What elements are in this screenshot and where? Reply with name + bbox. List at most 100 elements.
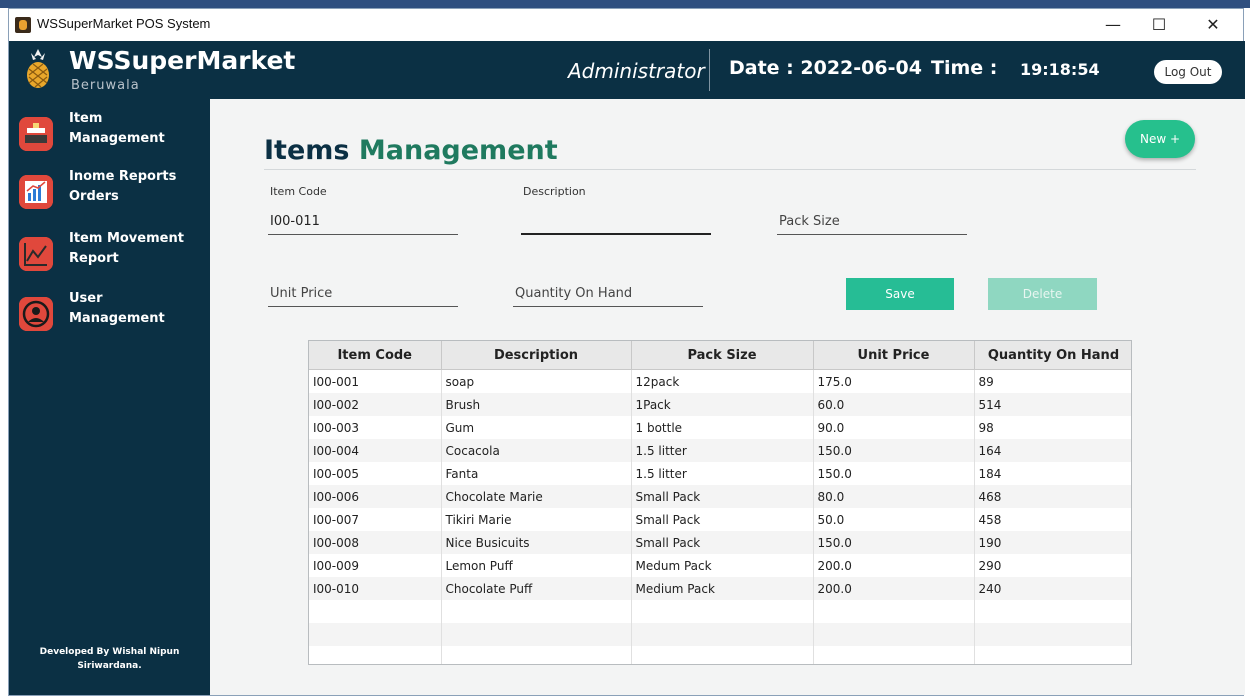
title-divider bbox=[264, 169, 1196, 170]
unit-price-field-group bbox=[268, 257, 458, 307]
sidebar-item-item-management[interactable]: Item Management bbox=[9, 109, 210, 159]
table-cell bbox=[974, 600, 1131, 623]
table-cell: Small Pack bbox=[631, 531, 814, 554]
item-code-label: Item Code bbox=[270, 185, 327, 198]
table-row[interactable]: I00-010 Chocolate Puff Medium Pack 200.0 240 bbox=[309, 577, 1131, 600]
app-window: WSSuperMarket POS System — ☐ ✕ WSSuperMa… bbox=[8, 8, 1245, 696]
column-header-description[interactable]: Description bbox=[441, 341, 632, 370]
window-title: WSSuperMarket POS System bbox=[37, 16, 211, 31]
table-cell bbox=[309, 646, 442, 664]
column-header-pack-size[interactable]: Pack Size bbox=[631, 341, 814, 370]
table-cell: 290 bbox=[974, 554, 1131, 577]
description-input[interactable] bbox=[521, 209, 711, 235]
sidebar-item-item-movement-report[interactable]: Item Movement Report bbox=[9, 229, 210, 279]
table-row[interactable]: I00-001 soap 12pack 175.0 89 bbox=[309, 369, 1131, 393]
table-row[interactable]: I00-006 Chocolate Marie Small Pack 80.0 468 bbox=[309, 485, 1131, 508]
table-row[interactable] bbox=[309, 646, 1131, 664]
table-cell: 468 bbox=[974, 485, 1131, 508]
description-field-group: Description bbox=[521, 185, 711, 235]
table-cell: 1.5 litter bbox=[631, 462, 814, 485]
table-cell: 200.0 bbox=[813, 554, 975, 577]
table-cell bbox=[441, 600, 632, 623]
sidebar-item-user-management[interactable]: User Management bbox=[9, 289, 210, 339]
table-cell: 80.0 bbox=[813, 485, 975, 508]
sidebar-item-label: User bbox=[69, 291, 103, 306]
logout-button[interactable]: Log Out bbox=[1154, 60, 1222, 84]
table-cell bbox=[974, 646, 1131, 664]
column-header-item-code[interactable]: Item Code bbox=[309, 341, 442, 370]
table-row[interactable]: I00-003 Gum 1 bottle 90.0 98 bbox=[309, 416, 1131, 439]
table-cell bbox=[441, 646, 632, 664]
table-cell: 1 bottle bbox=[631, 416, 814, 439]
table-row[interactable] bbox=[309, 623, 1131, 646]
table-cell: 184 bbox=[974, 462, 1131, 485]
pineapple-logo-icon bbox=[27, 49, 49, 88]
table-row[interactable]: I00-008 Nice Busicuits Small Pack 150.0 190 bbox=[309, 531, 1131, 554]
table-cell: Chocolate Puff bbox=[441, 577, 632, 600]
table-row[interactable]: I00-005 Fanta 1.5 litter 150.0 184 bbox=[309, 462, 1131, 485]
app-icon bbox=[15, 17, 31, 33]
maximize-button[interactable]: ☐ bbox=[1139, 12, 1179, 38]
table-cell bbox=[813, 623, 975, 646]
column-header-quantity-on-hand[interactable]: Quantity On Hand bbox=[974, 341, 1131, 370]
developer-credit-line: Developed By Wishal Nipun bbox=[39, 647, 180, 657]
table-cell: I00-003 bbox=[309, 416, 442, 439]
minimize-button[interactable]: — bbox=[1093, 12, 1133, 38]
table-cell: I00-006 bbox=[309, 485, 442, 508]
pack-size-input[interactable] bbox=[777, 209, 967, 235]
table-cell: I00-002 bbox=[309, 393, 442, 416]
title-bar[interactable]: WSSuperMarket POS System — ☐ ✕ bbox=[9, 9, 1243, 41]
table-cell bbox=[813, 600, 975, 623]
table-cell bbox=[631, 646, 814, 664]
time-label: Time : bbox=[931, 57, 998, 79]
user-icon bbox=[19, 297, 53, 331]
cash-register-icon bbox=[19, 117, 53, 151]
table-cell: 89 bbox=[974, 369, 1131, 393]
time-value: 19:18:54 bbox=[1020, 60, 1100, 79]
table-cell: Small Pack bbox=[631, 485, 814, 508]
items-table[interactable]: Item Code Description Pack Size Unit Pri… bbox=[308, 340, 1132, 665]
table-cell: 164 bbox=[974, 439, 1131, 462]
table-cell: 150.0 bbox=[813, 462, 975, 485]
new-item-button[interactable]: New + bbox=[1125, 120, 1195, 158]
sidebar-item-label: Item Movement bbox=[69, 231, 184, 246]
table-cell: Small Pack bbox=[631, 508, 814, 531]
table-cell bbox=[309, 600, 442, 623]
table-row[interactable]: I00-009 Lemon Puff Medum Pack 200.0 290 bbox=[309, 554, 1131, 577]
quantity-on-hand-input[interactable] bbox=[513, 281, 703, 307]
table-cell: Medium Pack bbox=[631, 577, 814, 600]
table-cell: I00-008 bbox=[309, 531, 442, 554]
table-cell: Medum Pack bbox=[631, 554, 814, 577]
table-cell: I00-004 bbox=[309, 439, 442, 462]
table-row[interactable]: I00-007 Tikiri Marie Small Pack 50.0 458 bbox=[309, 508, 1131, 531]
table-cell: Nice Busicuits bbox=[441, 531, 632, 554]
table-cell bbox=[813, 646, 975, 664]
page-title-part1: Items bbox=[264, 135, 350, 166]
table-cell bbox=[631, 623, 814, 646]
sidebar-item-income-reports[interactable]: Inome Reports Orders bbox=[9, 167, 210, 217]
sidebar-item-label: Item bbox=[69, 111, 103, 126]
table-cell: 60.0 bbox=[813, 393, 975, 416]
table-row[interactable] bbox=[309, 600, 1131, 623]
table-row[interactable]: I00-002 Brush 1Pack 60.0 514 bbox=[309, 393, 1131, 416]
developer-credit: Developed By Wishal Nipun Siriwardana. bbox=[9, 645, 210, 673]
close-button[interactable]: ✕ bbox=[1193, 12, 1233, 38]
item-code-input[interactable] bbox=[268, 209, 458, 235]
table-cell: I00-009 bbox=[309, 554, 442, 577]
item-code-field-group: Item Code bbox=[268, 185, 458, 235]
sidebar-item-label: Orders bbox=[69, 189, 119, 204]
table-cell: 190 bbox=[974, 531, 1131, 554]
sidebar: Item Management Inome Reports Orders Ite… bbox=[9, 99, 210, 695]
table-cell: 458 bbox=[974, 508, 1131, 531]
delete-button[interactable]: Delete bbox=[988, 278, 1097, 310]
save-button[interactable]: Save bbox=[846, 278, 954, 310]
column-header-unit-price[interactable]: Unit Price bbox=[813, 341, 975, 370]
sidebar-item-label: Management bbox=[69, 311, 165, 326]
unit-price-input[interactable] bbox=[268, 281, 458, 307]
table-cell: 150.0 bbox=[813, 531, 975, 554]
table-cell: 90.0 bbox=[813, 416, 975, 439]
table-row[interactable]: I00-004 Cocacola 1.5 litter 150.0 164 bbox=[309, 439, 1131, 462]
brand-name: WSSuperMarket bbox=[69, 46, 296, 75]
table-cell: 175.0 bbox=[813, 369, 975, 393]
table-cell: Brush bbox=[441, 393, 632, 416]
